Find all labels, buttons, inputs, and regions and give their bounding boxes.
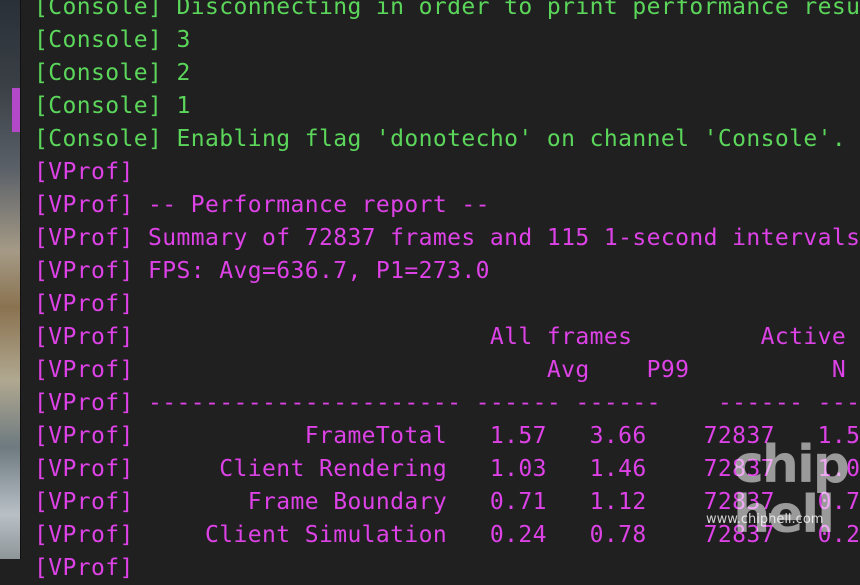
console-line: [VProf] [34, 159, 134, 185]
console-line: [VProf] [34, 555, 134, 581]
console-line: [VProf] [34, 291, 134, 317]
console-line: [VProf] Summary of 72837 frames and 115 … [34, 225, 860, 251]
console-line: [VProf] -- Performance report -- [34, 192, 490, 218]
accent-marker [12, 88, 20, 132]
console-line: [Console] 2 [34, 60, 191, 86]
background-window-strip [0, 0, 21, 559]
console-line: [VProf] FrameTotal 1.57 3.66 72837 1.57 [34, 423, 860, 449]
console-line: [Console] Disconnecting in order to prin… [34, 0, 860, 20]
console-line: [VProf] Client Rendering 1.03 1.46 72837… [34, 456, 860, 482]
console-line: [VProf] FPS: Avg=636.7, P1=273.0 [34, 258, 490, 284]
console-line: [VProf] ---------------------- ------ --… [34, 390, 860, 416]
console-line: [VProf] All frames Active fr [34, 324, 860, 350]
console-line: [VProf] Client Simulation 0.24 0.78 7283… [34, 522, 860, 548]
console-line: [VProf] Frame Boundary 0.71 1.12 72837 0… [34, 489, 860, 515]
console-line: [Console] 1 [34, 93, 191, 119]
console-line: [Console] Enabling flag 'donotecho' on c… [34, 126, 847, 152]
console-line: [VProf] Avg P99 N Avg [34, 357, 860, 383]
console-output[interactable]: [Console] Disconnecting in order to prin… [34, 0, 860, 585]
console-line: [Console] 3 [34, 27, 191, 53]
